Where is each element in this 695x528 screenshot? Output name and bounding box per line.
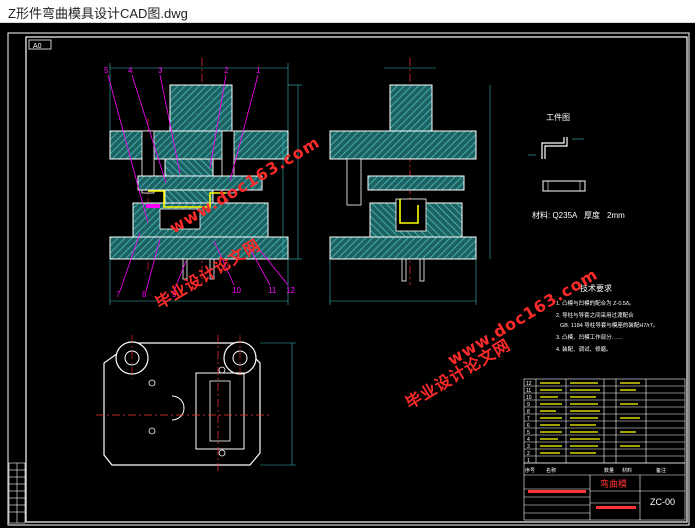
- bom-row: 10: [526, 395, 532, 401]
- cad-viewport[interactable]: A0 5 4 3 2 1 7 8 9 10 11 12 工件图 材料: Q235…: [0, 23, 695, 528]
- sheet-size-label: A0: [33, 43, 42, 50]
- tech-line-2: 2. 导柱与导套之间采用过渡配合: [556, 311, 634, 319]
- bom-col-material: 材料: [622, 467, 632, 474]
- drawing-number: ZC-00: [650, 497, 675, 507]
- bom-footer: 序号 名称 数量 材料 备注: [525, 467, 666, 474]
- bill-of-materials: [523, 378, 686, 464]
- bom-row: 4: [527, 437, 530, 443]
- bom-col-name: 名称: [546, 467, 556, 474]
- callout-1: 1: [256, 66, 261, 75]
- callout-2: 2: [224, 66, 229, 75]
- workpiece-label: 工件图: [546, 112, 570, 122]
- left-strip-table: [8, 462, 26, 524]
- bom-row: 2: [527, 451, 530, 457]
- window-title: Z形件弯曲模具设计CAD图.dwg: [8, 6, 188, 21]
- bom-row: 7: [527, 416, 530, 422]
- bom-row: 6: [527, 423, 530, 429]
- drawing-name: 弯曲模: [600, 478, 627, 489]
- callout-11: 11: [268, 286, 277, 295]
- bom-row: 9: [527, 402, 530, 408]
- callout-5: 5: [104, 66, 109, 75]
- thickness-value: 2mm: [607, 211, 625, 220]
- tech-line-3: GB. 1184 导柱导套与模座的装配H7/r7。: [560, 321, 658, 329]
- bom-row-numbers: 12 11 10 9 8 7 6 5 4 3 2 1: [526, 381, 532, 464]
- plan-view[interactable]: [96, 335, 296, 473]
- bom-row: 3: [527, 444, 530, 450]
- material-note: 材料: Q235A: [532, 210, 578, 220]
- bom-values: [540, 382, 640, 454]
- window-titlebar: Z形件弯曲模具设计CAD图.dwg: [0, 0, 695, 23]
- bom-col-no: 序号: [525, 467, 535, 474]
- bom-row: 11: [526, 388, 531, 394]
- bom-col-qty: 数量: [604, 467, 614, 474]
- callout-8: 8: [142, 290, 147, 299]
- side-section-view[interactable]: [329, 58, 491, 305]
- bom-row: 5: [527, 430, 530, 436]
- callout-3: 3: [158, 66, 163, 75]
- callout-4: 4: [128, 66, 133, 75]
- tech-line-4: 3. 凸模、凹模工作部分……: [556, 333, 623, 341]
- tech-line-5: 4. 装配、调试、修磨。: [556, 345, 612, 353]
- callout-12: 12: [286, 286, 295, 295]
- bom-col-remark: 备注: [656, 467, 666, 474]
- bom-row: 8: [527, 409, 530, 415]
- callout-10: 10: [232, 286, 241, 295]
- bom-row: 12: [526, 381, 532, 387]
- workpiece-drawing: 工件图 材料: Q235A 厚度 2mm: [528, 112, 625, 220]
- thickness-label: 厚度: [584, 210, 600, 220]
- callout-7: 7: [116, 290, 121, 299]
